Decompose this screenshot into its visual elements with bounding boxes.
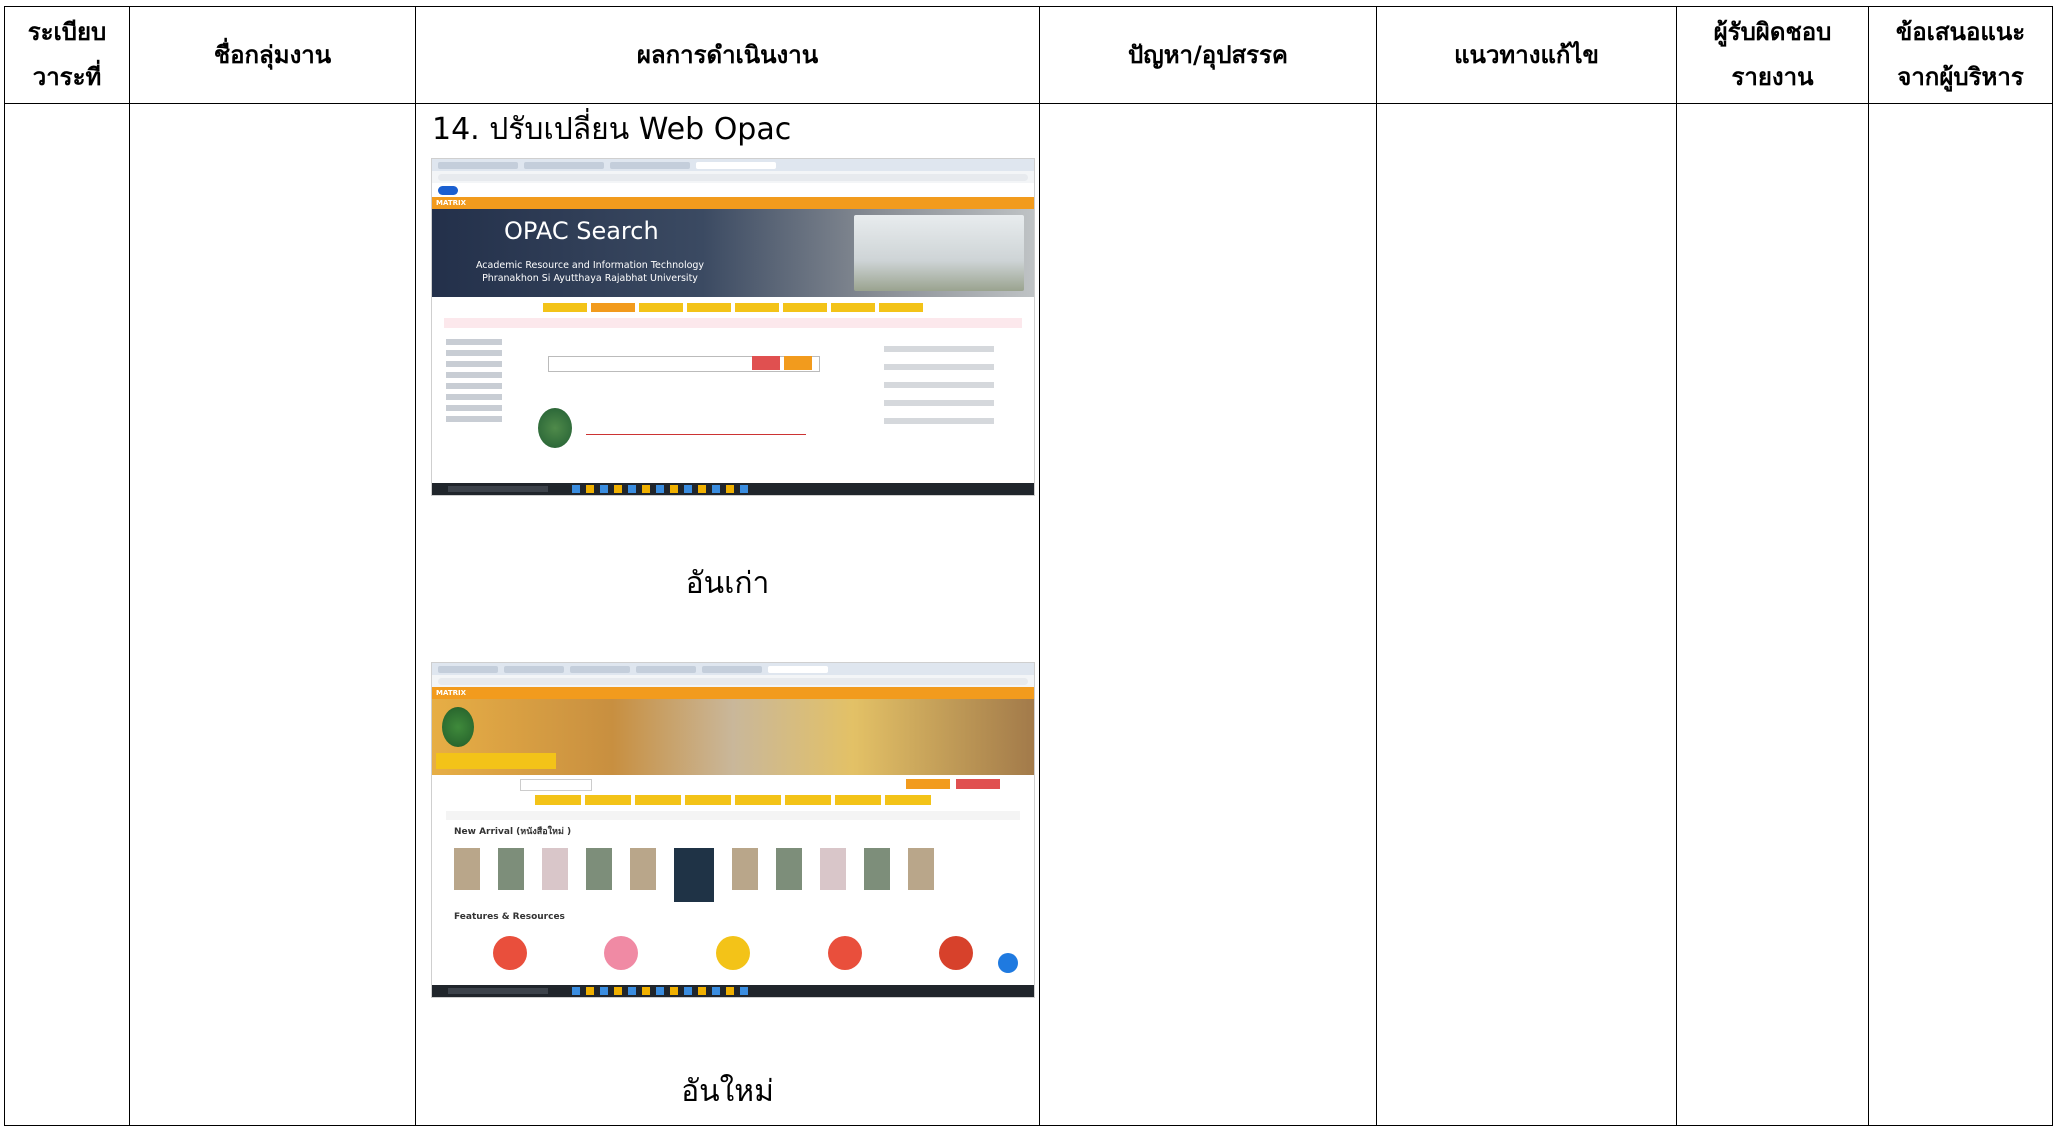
cell-agenda-no bbox=[4, 103, 130, 1126]
old-top-nav: MATRIX bbox=[432, 197, 1034, 209]
university-logo-icon bbox=[538, 408, 572, 448]
report-table: ระเบียบ วาระที่ ชื่อกลุ่มงาน ผลการดำเนิน… bbox=[4, 6, 2053, 1126]
university-logo-icon-new bbox=[442, 707, 474, 747]
header-row: ระเบียบ วาระที่ ชื่อกลุ่มงาน ผลการดำเนิน… bbox=[4, 6, 2053, 104]
header-suggestion-text: ข้อเสนอแนะ จากผู้บริหาร bbox=[1895, 18, 2026, 91]
features-title: Features & Resources bbox=[454, 912, 565, 922]
header-agenda-no-text: ระเบียบ วาระที่ bbox=[27, 18, 107, 91]
old-discovery-service bbox=[528, 400, 806, 456]
new-arrival-books bbox=[432, 842, 1034, 908]
old-opac-screenshot: MATRIX OPAC Search Academic Resource and… bbox=[431, 158, 1035, 496]
cell-problem bbox=[1039, 103, 1377, 1126]
header-group-name: ชื่อกลุ่มงาน bbox=[129, 6, 416, 104]
caption-new: อันใหม่ bbox=[681, 1074, 774, 1109]
old-menu-row bbox=[432, 297, 1034, 318]
new-breadcrumb bbox=[446, 811, 1020, 820]
features-icons bbox=[432, 926, 1034, 980]
header-responsible: ผู้รับผิดชอบ รายงาน bbox=[1676, 6, 1869, 104]
old-taskbar bbox=[432, 483, 1034, 495]
header-problem: ปัญหา/อุปสรรค bbox=[1039, 6, 1377, 104]
header-solution: แนวทางแก้ไข bbox=[1376, 6, 1677, 104]
browser-url-bar-new bbox=[432, 675, 1034, 687]
cell-solution bbox=[1376, 103, 1677, 1126]
old-body bbox=[432, 328, 1034, 468]
new-banner bbox=[432, 699, 1034, 775]
cell-group-name bbox=[129, 103, 416, 1126]
browser-info-bar bbox=[432, 183, 1034, 197]
header-agenda-no: ระเบียบ วาระที่ bbox=[4, 6, 130, 104]
new-arrival-title: New Arrival (หนังสือใหม่ ) bbox=[454, 827, 572, 837]
old-index-button bbox=[784, 356, 812, 370]
messenger-icon bbox=[998, 953, 1018, 973]
old-banner-title: OPAC Search bbox=[504, 217, 659, 245]
old-sidebar bbox=[446, 334, 526, 427]
caption-old: อันเก่า bbox=[685, 566, 770, 601]
browser-url-bar bbox=[432, 171, 1034, 183]
cell-responsible bbox=[1676, 103, 1869, 1126]
new-menu-row bbox=[432, 793, 1034, 811]
old-search-button bbox=[752, 356, 780, 370]
browser-tab-bar bbox=[432, 159, 1034, 171]
old-breadcrumb bbox=[444, 318, 1022, 328]
table-row: 14. ปรับเปลี่ยน Web Opac MATRIX OPAC Sea… bbox=[4, 103, 2053, 1126]
old-renew-panel bbox=[884, 334, 994, 436]
old-banner: OPAC Search Academic Resource and Inform… bbox=[432, 209, 1034, 297]
building-photo bbox=[854, 215, 1024, 291]
cell-result: 14. ปรับเปลี่ยน Web Opac MATRIX OPAC Sea… bbox=[415, 103, 1040, 1126]
new-search-row bbox=[432, 775, 1034, 793]
header-responsible-text: ผู้รับผิดชอบ รายงาน bbox=[1713, 18, 1832, 91]
header-result: ผลการดำเนินงาน bbox=[415, 6, 1040, 104]
new-taskbar bbox=[432, 985, 1034, 997]
browser-tab-bar-new bbox=[432, 663, 1034, 675]
item-title: 14. ปรับเปลี่ยน Web Opac bbox=[432, 112, 792, 147]
old-banner-subtitle: Academic Resource and Information Techno… bbox=[475, 260, 705, 284]
cell-suggestion bbox=[1868, 103, 2053, 1126]
header-suggestion: ข้อเสนอแนะ จากผู้บริหาร bbox=[1868, 6, 2053, 104]
new-top-nav: MATRIX bbox=[432, 687, 1034, 699]
new-opac-screenshot: MATRIX New Arrival (หนังสือใหม่ ) Featur… bbox=[431, 662, 1035, 998]
